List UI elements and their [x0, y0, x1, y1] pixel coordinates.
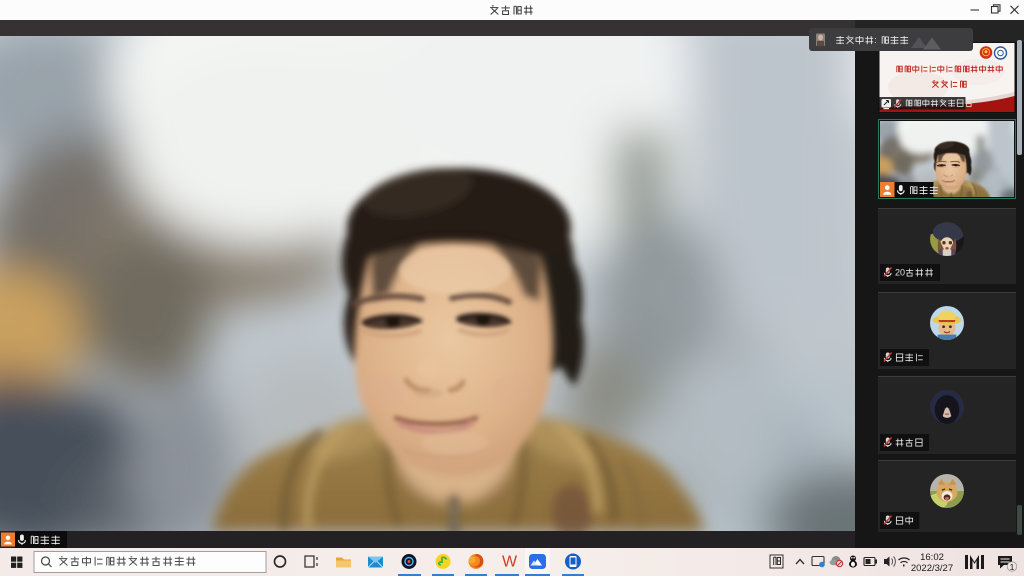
svg-text:16:02: 16:02: [920, 552, 944, 563]
svg-text:W: W: [502, 553, 518, 570]
svg-text:1: 1: [1010, 562, 1015, 572]
svg-text::: :: [874, 35, 877, 45]
svg-text:2022/3/27: 2022/3/27: [911, 563, 953, 574]
svg-text:20: 20: [895, 267, 905, 277]
